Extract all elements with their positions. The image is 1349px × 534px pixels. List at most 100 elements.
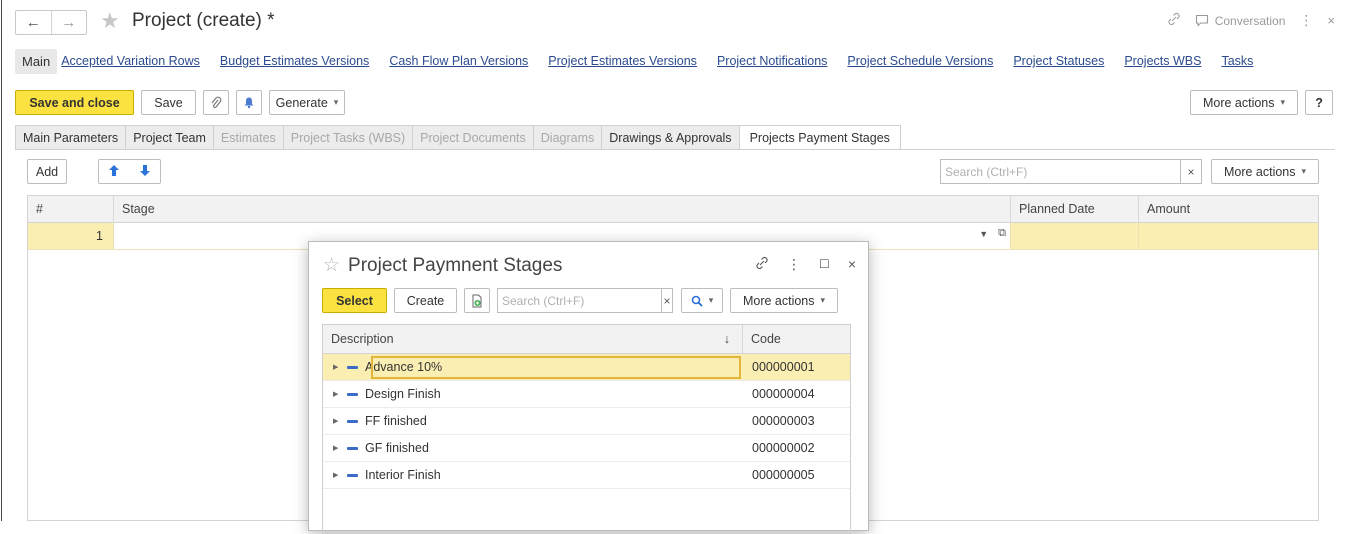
favorite-star-icon[interactable]: ★ xyxy=(100,8,120,34)
copy-item-button[interactable] xyxy=(464,288,490,313)
maximize-icon[interactable]: ☐ xyxy=(819,257,830,273)
stages-search: × xyxy=(940,159,1202,184)
tab-main-parameters[interactable]: Main Parameters xyxy=(15,125,126,150)
item-marker-icon xyxy=(347,419,358,423)
title-bar: ← → ★ Project (create) * Conversation ⋮ … xyxy=(0,0,1349,44)
open-form-icon[interactable]: ⧉ xyxy=(998,227,1006,240)
dialog-title: ☆ Project Paymnent Stages xyxy=(323,254,562,277)
tab-drawings-approvals[interactable]: Drawings & Approvals xyxy=(601,125,739,150)
link-cash-flow-plan-versions[interactable]: Cash Flow Plan Versions xyxy=(389,54,528,68)
expand-arrow-icon[interactable]: ▶ xyxy=(333,417,347,425)
more-vertical-icon[interactable]: ⋮ xyxy=(787,256,801,273)
save-and-close-button[interactable]: Save and close xyxy=(15,90,134,115)
more-vertical-icon[interactable]: ⋮ xyxy=(1299,12,1313,29)
form-toolbar-right: More actions ▾ ? xyxy=(1190,90,1333,115)
link-project-notifications[interactable]: Project Notifications xyxy=(717,54,827,68)
link-icon[interactable] xyxy=(1167,12,1181,29)
sort-descending-icon: ↓ xyxy=(723,332,730,346)
link-project-schedule-versions[interactable]: Project Schedule Versions xyxy=(847,54,993,68)
list-item[interactable]: ▶ Advance 10% 000000001 xyxy=(323,354,850,381)
move-down-icon[interactable] xyxy=(139,164,151,180)
close-icon[interactable]: × xyxy=(1327,13,1335,28)
move-up-icon[interactable] xyxy=(108,164,120,180)
expand-arrow-icon[interactable]: ▶ xyxy=(333,363,347,371)
dropdown-arrow-icon[interactable]: ▼ xyxy=(979,229,988,240)
item-description-text: Interior Finish xyxy=(365,468,441,482)
create-button[interactable]: Create xyxy=(394,288,457,313)
column-code[interactable]: Code xyxy=(743,325,781,353)
form-tabs: Main Parameters Project Team Estimates P… xyxy=(15,125,901,150)
close-icon[interactable]: × xyxy=(848,256,856,273)
chevron-down-icon: ▾ xyxy=(333,97,339,107)
back-arrow-icon[interactable]: ← xyxy=(16,11,51,34)
page-title: Project (create) * xyxy=(132,10,275,31)
link-tasks[interactable]: Tasks xyxy=(1221,54,1253,68)
save-button[interactable]: Save xyxy=(141,90,196,115)
item-description: ▶ Interior Finish xyxy=(323,462,743,489)
column-amount[interactable]: Amount xyxy=(1139,196,1318,222)
item-description: ▶ Advance 10% xyxy=(323,354,743,381)
chevron-down-icon: ▾ xyxy=(1280,97,1286,107)
tab-estimates[interactable]: Estimates xyxy=(212,125,283,150)
link-accepted-variation-rows[interactable]: Accepted Variation Rows xyxy=(61,54,200,68)
stages-more-actions-button[interactable]: More actions ▾ xyxy=(1211,159,1319,184)
item-code: 000000001 xyxy=(752,360,815,374)
column-planned-date[interactable]: Planned Date xyxy=(1011,196,1139,222)
list-item[interactable]: ▶ Interior Finish 000000005 xyxy=(323,462,850,489)
conversation-label: Conversation xyxy=(1214,13,1286,28)
conversation-button[interactable]: Conversation xyxy=(1195,13,1286,28)
column-number[interactable]: # xyxy=(28,196,114,222)
tab-project-documents[interactable]: Project Documents xyxy=(412,125,533,150)
generate-label: Generate xyxy=(275,95,328,110)
column-description[interactable]: Description ↓ xyxy=(323,325,743,353)
tab-project-team[interactable]: Project Team xyxy=(125,125,213,150)
dialog-search: × xyxy=(497,288,673,313)
link-projects-wbs[interactable]: Projects WBS xyxy=(1124,54,1201,68)
search-options-button[interactable]: ▾ xyxy=(681,288,723,313)
item-code: 000000002 xyxy=(752,441,815,455)
row-number: 1 xyxy=(28,223,114,249)
link-icon[interactable] xyxy=(755,256,769,273)
planned-date-cell[interactable] xyxy=(1011,223,1139,249)
dialog-title-text: Project Paymnent Stages xyxy=(348,254,563,276)
dialog-search-input[interactable] xyxy=(497,288,661,313)
stage-controls: ▼ ⧉ xyxy=(979,227,1006,240)
reminder-button[interactable] xyxy=(236,90,262,115)
stages-search-input[interactable] xyxy=(940,159,1180,184)
list-item[interactable]: ▶ FF finished 000000003 xyxy=(323,408,850,435)
clear-search-icon[interactable]: × xyxy=(661,288,673,313)
expand-arrow-icon[interactable]: ▶ xyxy=(333,444,347,452)
item-marker-icon xyxy=(347,446,358,450)
help-button[interactable]: ? xyxy=(1305,90,1333,115)
item-code: 000000004 xyxy=(752,387,815,401)
tab-diagrams[interactable]: Diagrams xyxy=(532,125,602,150)
link-budget-estimates-versions[interactable]: Budget Estimates Versions xyxy=(220,54,369,68)
amount-cell[interactable] xyxy=(1139,223,1318,249)
chevron-down-icon: ▾ xyxy=(708,295,714,305)
attach-button[interactable] xyxy=(203,90,229,115)
forward-arrow-icon[interactable]: → xyxy=(50,11,87,34)
expand-arrow-icon[interactable]: ▶ xyxy=(333,471,347,479)
link-project-estimates-versions[interactable]: Project Estimates Versions xyxy=(548,54,697,68)
list-item[interactable]: ▶ Design Finish 000000004 xyxy=(323,381,850,408)
add-button[interactable]: Add xyxy=(27,159,67,184)
select-button[interactable]: Select xyxy=(322,288,387,313)
expand-arrow-icon[interactable]: ▶ xyxy=(333,390,347,398)
link-main[interactable]: Main xyxy=(15,48,58,74)
dialog-more-actions-label: More actions xyxy=(742,293,815,308)
chevron-down-icon: ▾ xyxy=(820,295,826,305)
link-project-statuses[interactable]: Project Statuses xyxy=(1013,54,1104,68)
dialog-toolbar: Select Create × ▾ More actions ▾ xyxy=(322,288,838,313)
column-stage[interactable]: Stage xyxy=(114,196,1011,222)
dialog-more-actions-button[interactable]: More actions ▾ xyxy=(730,288,838,313)
tab-project-tasks-wbs[interactable]: Project Tasks (WBS) xyxy=(282,125,413,150)
dialog-window-controls: ⋮ ☐ × xyxy=(755,256,856,273)
generate-button[interactable]: Generate ▾ xyxy=(269,90,345,115)
clear-search-icon[interactable]: × xyxy=(1180,159,1202,184)
window-border xyxy=(1,0,2,521)
item-code: 000000005 xyxy=(752,468,815,482)
tab-projects-payment-stages[interactable]: Projects Payment Stages xyxy=(738,125,901,150)
more-actions-button[interactable]: More actions ▾ xyxy=(1190,90,1298,115)
list-item[interactable]: ▶ GF finished 000000002 xyxy=(323,435,850,462)
favorite-star-outline-icon[interactable]: ☆ xyxy=(323,254,340,277)
